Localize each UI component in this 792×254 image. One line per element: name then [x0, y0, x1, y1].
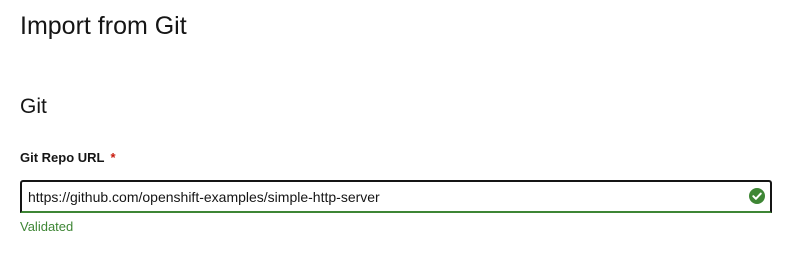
required-marker: *: [110, 150, 116, 165]
git-repo-url-label: Git Repo URL *: [20, 149, 116, 167]
git-repo-url-input[interactable]: [22, 182, 770, 211]
section-title-git: Git: [20, 95, 47, 118]
page-title: Import from Git: [20, 12, 187, 40]
check-circle-icon: [749, 188, 765, 204]
git-repo-url-field[interactable]: [20, 180, 772, 213]
git-repo-url-helper-text: Validated: [20, 219, 74, 234]
git-repo-url-label-text: Git Repo URL: [20, 150, 105, 165]
